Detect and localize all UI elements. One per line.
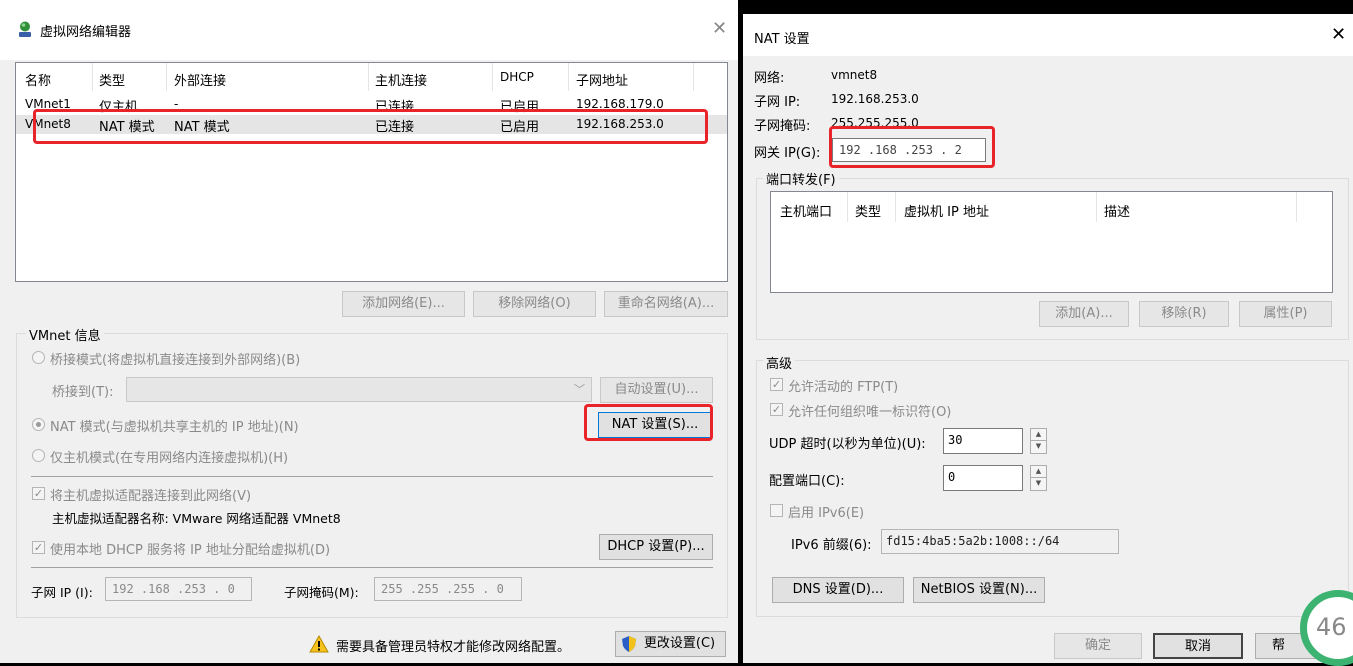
nat-settings-window: NAT 设置 ✕ 网络: vmnet8 子网 IP: 192.168.253.0… xyxy=(743,14,1353,663)
shield-icon xyxy=(622,636,636,652)
window-title: NAT 设置 xyxy=(754,32,810,47)
allow-uuid-checkbox[interactable]: ✓ xyxy=(770,403,783,416)
admin-notice: 需要具备管理员特权才能修改网络配置。 xyxy=(336,640,571,655)
col-header-dhcp[interactable]: DHCP xyxy=(500,70,534,84)
allow-ftp-label[interactable]: 允许活动的 FTP(T) xyxy=(788,376,898,395)
subnet-ip-value: 192.168.253.0 xyxy=(831,92,919,106)
bridge-to-select[interactable]: ﹀ xyxy=(126,377,592,402)
add-network-button[interactable]: 添加网络(E)... xyxy=(342,291,465,317)
subnet-mask-label: 子网掩码(M): xyxy=(284,585,359,600)
auto-settings-button[interactable]: 自动设置(U)... xyxy=(600,377,713,403)
subnet-ip-label: 子网 IP: xyxy=(754,95,801,110)
nat-mode-label[interactable]: NAT 模式(与虚拟机共享主机的 IP 地址)(N) xyxy=(50,416,299,435)
spin-down-icon[interactable]: ▼ xyxy=(1031,441,1046,453)
col-header-host-port[interactable]: 主机端口 xyxy=(780,201,832,220)
gateway-ip-label: 网关 IP(G): xyxy=(754,146,821,161)
bridge-mode-label[interactable]: 桥接模式(将虚拟机直接连接到外部网络)(B) xyxy=(50,349,300,368)
title-bar: 虚拟网络编辑器 ✕ xyxy=(0,0,738,60)
col-header-type[interactable]: 类型 xyxy=(99,70,125,89)
host-only-label[interactable]: 仅主机模式(在专用网络内连接虚拟机)(H) xyxy=(50,447,288,466)
bridge-to-label: 桥接到(T): xyxy=(52,385,114,400)
connect-adapter-checkbox[interactable]: ✓ xyxy=(32,487,45,500)
close-icon[interactable]: ✕ xyxy=(1331,26,1346,44)
warning-icon xyxy=(309,635,329,653)
ipv6-prefix-field[interactable]: fd15:4ba5:5a2b:1008::/64 xyxy=(881,529,1119,554)
advanced-legend: 高级 xyxy=(763,353,796,372)
window-title: 虚拟网络编辑器 xyxy=(40,25,132,40)
spin-down-icon[interactable]: ▼ xyxy=(1031,478,1046,490)
config-port-field[interactable]: 0 xyxy=(943,465,1023,491)
udp-timeout-field[interactable]: 30 xyxy=(943,428,1023,454)
allow-uuid-label[interactable]: 允许任何组织唯一标识符(O) xyxy=(788,401,951,420)
subnet-ip-label: 子网 IP (I): xyxy=(31,585,93,600)
subnet-mask-field[interactable]: 255 .255 .255 . 0 xyxy=(374,577,522,601)
adapter-name-text: 主机虚拟适配器名称: VMware 网络适配器 VMnet8 xyxy=(52,511,341,526)
add-port-button[interactable]: 添加(A)... xyxy=(1039,301,1129,327)
connect-adapter-label[interactable]: 将主机虚拟适配器连接到此网络(V) xyxy=(50,485,251,504)
dns-settings-button[interactable]: DNS 设置(D)... xyxy=(772,577,904,603)
nat-mode-radio[interactable] xyxy=(32,418,45,431)
udp-timeout-stepper[interactable]: ▲ ▼ xyxy=(1030,428,1047,454)
app-icon xyxy=(19,21,31,37)
spin-up-icon[interactable]: ▲ xyxy=(1031,429,1046,441)
host-only-radio[interactable] xyxy=(32,449,45,462)
chevron-down-icon: ﹀ xyxy=(574,383,585,396)
highlight-nat-settings xyxy=(584,404,713,441)
config-port-label: 配置端口(C): xyxy=(769,474,845,489)
udp-timeout-label: UDP 超时(以秒为单位)(U): xyxy=(769,437,926,452)
ok-button[interactable]: 确定 xyxy=(1054,633,1142,659)
col-header-description[interactable]: 描述 xyxy=(1104,201,1130,220)
ipv6-prefix-label: IPv6 前缀(6): xyxy=(791,538,872,553)
col-header-name[interactable]: 名称 xyxy=(25,70,51,89)
dhcp-settings-button[interactable]: DHCP 设置(P)... xyxy=(599,534,713,560)
remove-port-button[interactable]: 移除(R) xyxy=(1139,301,1229,327)
divider xyxy=(31,567,713,568)
enable-ipv6-checkbox[interactable] xyxy=(770,504,783,517)
col-header-vm-ip[interactable]: 虚拟机 IP 地址 xyxy=(904,201,989,220)
port-forwarding-list[interactable]: 主机端口 类型 虚拟机 IP 地址 描述 xyxy=(770,191,1333,293)
virtual-network-editor-window: 虚拟网络编辑器 ✕ 名称 类型 外部连接 主机连接 DHCP 子网地址 VMne… xyxy=(0,0,738,663)
rename-network-button[interactable]: 重命名网络(A)... xyxy=(604,291,728,317)
col-header-external[interactable]: 外部连接 xyxy=(174,70,226,89)
enable-ipv6-label[interactable]: 启用 IPv6(E) xyxy=(788,502,864,521)
spin-up-icon[interactable]: ▲ xyxy=(1031,466,1046,478)
highlight-gateway-ip xyxy=(829,126,995,168)
highlight-vmnet8-row xyxy=(33,109,708,144)
remove-network-button[interactable]: 移除网络(O) xyxy=(473,291,596,317)
title-bar: NAT 设置 ✕ xyxy=(743,14,1353,56)
col-header-host[interactable]: 主机连接 xyxy=(375,70,427,89)
subnet-ip-field[interactable]: 192 .168 .253 . 0 xyxy=(105,577,252,601)
change-settings-button[interactable]: 更改设置(C) xyxy=(615,631,726,657)
network-label: 网络: xyxy=(754,71,785,86)
port-forwarding-legend: 端口转发(F) xyxy=(763,169,839,188)
netbios-settings-button[interactable]: NetBIOS 设置(N)... xyxy=(913,577,1045,603)
network-value: vmnet8 xyxy=(831,68,878,82)
network-list[interactable]: 名称 类型 外部连接 主机连接 DHCP 子网地址 VMnet1 仅主机... … xyxy=(15,62,728,282)
bridge-mode-radio[interactable] xyxy=(32,351,45,364)
vmnet-info-legend: VMnet 信息 xyxy=(26,325,104,344)
badge-count: 46 xyxy=(1316,613,1347,641)
allow-ftp-checkbox[interactable]: ✓ xyxy=(770,378,783,391)
change-settings-label: 更改设置(C) xyxy=(643,636,716,651)
config-port-stepper[interactable]: ▲ ▼ xyxy=(1030,465,1047,491)
use-dhcp-checkbox[interactable]: ✓ xyxy=(32,541,45,554)
port-properties-button[interactable]: 属性(P) xyxy=(1239,301,1332,327)
use-dhcp-label[interactable]: 使用本地 DHCP 服务将 IP 地址分配给虚拟机(D) xyxy=(50,539,330,558)
col-header-type[interactable]: 类型 xyxy=(855,201,881,220)
col-header-subnet[interactable]: 子网地址 xyxy=(576,70,628,89)
subnet-mask-label: 子网掩码: xyxy=(754,119,811,134)
cancel-button[interactable]: 取消 xyxy=(1153,633,1243,659)
divider xyxy=(31,476,713,477)
close-icon[interactable]: ✕ xyxy=(712,20,727,38)
